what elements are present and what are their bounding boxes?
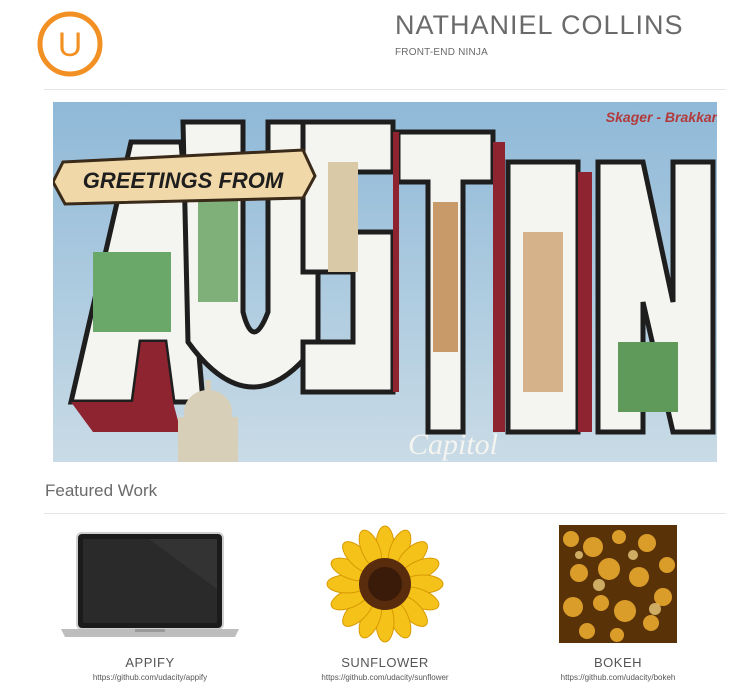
featured-work-title: Featured Work xyxy=(45,481,158,500)
hero-image: GREETINGS FROM Skager - Brakkan Capitol xyxy=(53,102,717,462)
work-title: SUNFLOWER xyxy=(341,655,429,670)
work-item-appify: APPIFY https://github.com/udacity/appify xyxy=(45,525,255,682)
bokeh-icon[interactable] xyxy=(513,525,723,643)
work-item-bokeh: BOKEH https://github.com/udacity/bokeh xyxy=(513,525,723,682)
work-link[interactable]: https://github.com/udacity/sunflower xyxy=(280,673,490,682)
work-title: APPIFY xyxy=(125,655,175,670)
header-divider xyxy=(44,89,726,90)
work-link[interactable]: https://github.com/udacity/appify xyxy=(45,673,255,682)
work-title: BOKEH xyxy=(593,655,642,670)
corner-text: Skager - Brakkan xyxy=(606,109,717,125)
work-item-sunflower: SUNFLOWER https://github.com/udacity/sun… xyxy=(280,525,490,682)
udacity-logo[interactable]: U xyxy=(36,10,104,78)
logo-letter: U xyxy=(58,26,83,64)
bottom-text: Capitol xyxy=(408,428,498,461)
banner-text: GREETINGS FROM xyxy=(83,168,284,193)
laptop-icon[interactable] xyxy=(45,525,255,643)
site-subtitle: FRONT-END NINJA xyxy=(395,47,488,58)
work-link[interactable]: https://github.com/udacity/bokeh xyxy=(513,673,723,682)
sunflower-icon[interactable] xyxy=(280,525,490,643)
featured-divider xyxy=(44,513,726,514)
site-title: NATHANIEL COLLINS xyxy=(395,10,684,40)
site-header: U NATHANIEL COLLINS FRONT-END NINJA xyxy=(0,0,756,90)
